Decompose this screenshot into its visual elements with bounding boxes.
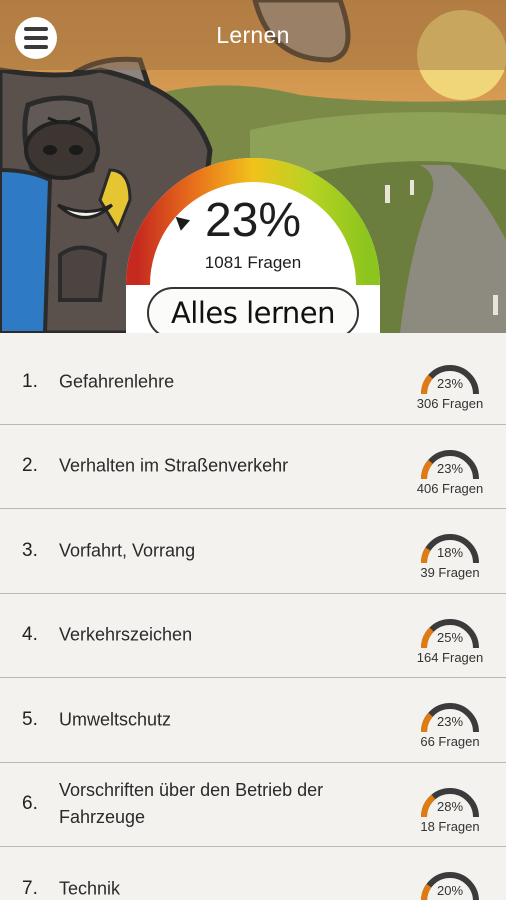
app-bar: Lernen bbox=[0, 0, 506, 70]
learn-all-button[interactable]: Alles lernen bbox=[147, 287, 359, 333]
category-row[interactable]: 4. Verkehrszeichen 25% 164 Fragen bbox=[0, 594, 506, 678]
category-row[interactable]: 6. Vorschriften über den Betrieb der Fahr… bbox=[0, 763, 506, 847]
category-percent: 18% bbox=[436, 545, 464, 560]
category-row[interactable]: 7. Technik 20% bbox=[0, 847, 506, 900]
category-progress-gauge: 23% 66 Fragen bbox=[408, 696, 492, 756]
category-number: 2. bbox=[22, 455, 38, 477]
category-row[interactable]: 1. Gefahrenlehre 23% 306 Fragen bbox=[0, 340, 506, 425]
category-question-count: 18 Fragen bbox=[420, 818, 480, 834]
category-percent: 25% bbox=[436, 629, 464, 645]
category-progress-gauge: 28% 18 Fragen bbox=[408, 781, 492, 841]
category-progress-gauge: 20% bbox=[408, 865, 492, 900]
category-label: Umweltschutz bbox=[59, 709, 172, 730]
category-progress-gauge: 23% 306 Fragen bbox=[408, 358, 492, 418]
overall-percent: 23% bbox=[204, 194, 302, 247]
category-percent: 23% bbox=[436, 714, 464, 729]
category-label: Verhalten im Straßenverkehr bbox=[59, 455, 289, 476]
category-list: 1. Gefahrenlehre 23% 306 Fragen 2. Verhalten … bbox=[0, 340, 506, 900]
category-question-count: 306 Fragen bbox=[416, 396, 484, 411]
category-percent: 23% bbox=[436, 376, 464, 391]
category-number: 7. bbox=[22, 877, 38, 899]
category-question-count: 39 Fragen bbox=[420, 565, 480, 580]
category-question-count: 406 Fragen bbox=[416, 480, 484, 496]
category-progress-gauge: 18% 39 Fragen bbox=[408, 527, 492, 587]
category-number: 3. bbox=[22, 539, 38, 561]
hero-banner: Lernen 23% 1081 Fragen Alles lernen bbox=[0, 0, 506, 333]
page-title: Lernen bbox=[216, 22, 290, 48]
category-label: Vorschriften über den Betrieb der Fahrze… bbox=[59, 780, 324, 828]
category-row[interactable]: 5. Umweltschutz 23% 66 Fragen bbox=[0, 678, 506, 763]
category-number: 6. bbox=[22, 793, 38, 815]
category-row[interactable]: 2. Verhalten im Straßenverkehr 23% 406 Frag… bbox=[0, 425, 506, 509]
category-row[interactable]: 3. Vorfahrt, Vorrang 18% 39 Fragen bbox=[0, 509, 506, 594]
category-progress-gauge: 25% 164 Fragen bbox=[408, 612, 492, 672]
category-number: 5. bbox=[22, 708, 38, 730]
category-percent: 23% bbox=[436, 460, 464, 476]
overall-question-count: 1081 Fragen bbox=[204, 253, 302, 272]
category-label: Gefahrenlehre bbox=[59, 371, 175, 392]
category-label: Verkehrszeichen bbox=[59, 624, 193, 645]
category-number: 1. bbox=[22, 370, 38, 392]
category-number: 4. bbox=[22, 624, 38, 646]
category-question-count: 164 Fragen bbox=[416, 649, 484, 665]
category-percent: 20% bbox=[436, 883, 464, 898]
category-percent: 28% bbox=[436, 798, 464, 814]
category-question-count: 66 Fragen bbox=[420, 734, 480, 749]
category-label: Vorfahrt, Vorrang bbox=[59, 540, 196, 561]
category-label: Technik bbox=[59, 878, 121, 899]
category-progress-gauge: 23% 406 Fragen bbox=[408, 443, 492, 503]
